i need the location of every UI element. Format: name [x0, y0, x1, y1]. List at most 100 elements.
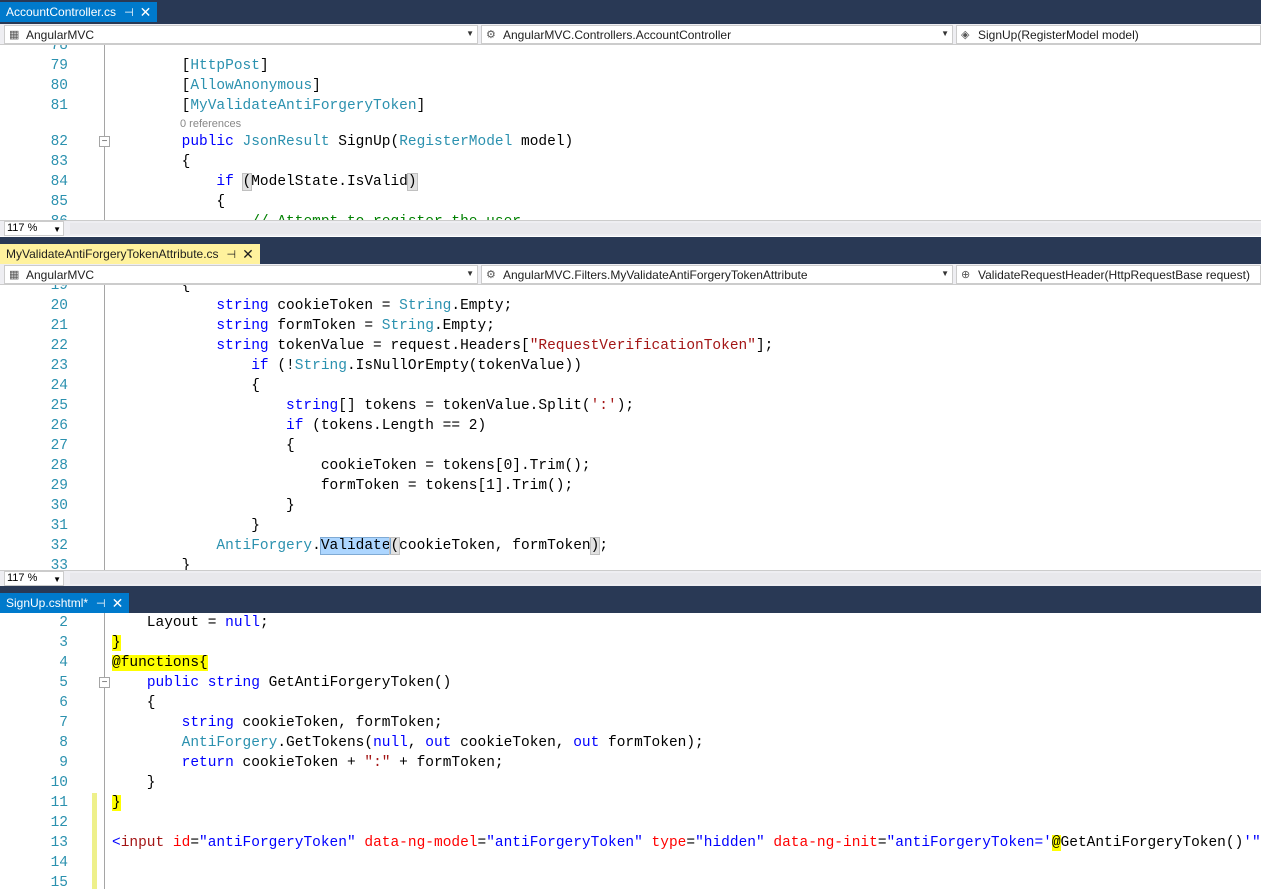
- zoom-combo[interactable]: 117 % ▼: [4, 571, 64, 586]
- line-number: 82: [50, 134, 68, 150]
- code-token: (!: [268, 358, 295, 374]
- line-number: 4: [59, 655, 68, 671]
- code-line: 85 {: [0, 192, 1261, 212]
- class-icon: ⚙: [486, 28, 496, 41]
- code-token: ;: [599, 538, 609, 554]
- code-editor-my-validate-attribute[interactable]: 19 {20 string cookieToken = String.Empty…: [0, 285, 1261, 570]
- code-line: 8 AntiForgery.GetTokens(null, out cookie…: [0, 733, 1261, 753]
- pin-icon[interactable]: ⊣: [227, 248, 237, 261]
- project-icon: ▦: [9, 28, 20, 41]
- line-number: 81: [50, 98, 68, 114]
- code-line: 5 public string GetAntiForgeryToken(): [0, 673, 1261, 693]
- type-combo[interactable]: ⚙ AngularMVC.Filters.MyValidateAntiForger…: [481, 265, 953, 284]
- horizontal-scrollbar[interactable]: [70, 573, 1261, 584]
- code-editor-account-controller[interactable]: 78 79 [HttpPost] 80 [AllowAnonymous] 81 [My…: [0, 45, 1261, 220]
- code-token: "antiForgeryToken": [486, 835, 643, 851]
- code-token: String: [294, 358, 347, 374]
- class-icon: ⚙: [486, 268, 496, 281]
- member-combo[interactable]: ◈ SignUp(RegisterModel model): [956, 25, 1261, 44]
- code-line: 25 string[] tokens = tokenValue.Split(':…: [0, 396, 1261, 416]
- code-text: string[] tokens = tokenValue.Split(':');: [112, 396, 634, 416]
- code-token: {: [112, 194, 226, 210]
- code-editor-signup-cshtml[interactable]: 2 Layout = null; 3} 4 @functions{5 public s…: [0, 613, 1261, 889]
- tab-account-controller[interactable]: AccountController.cs ⊣ ✕: [0, 2, 158, 22]
- code-token: id: [172, 835, 191, 851]
- navigation-bar-1: ▦ AngularMVC ▼ ⚙ AngularMVC.Controllers.Acc…: [0, 24, 1261, 45]
- project-combo[interactable]: ▦ AngularMVC ▼: [4, 25, 478, 44]
- code-token: .Empty;: [433, 318, 495, 334]
- code-token: {: [112, 438, 295, 454]
- code-token: Validate: [319, 537, 392, 555]
- code-token: .GetTokens(: [277, 735, 374, 751]
- code-token: {: [112, 154, 191, 170]
- code-token: cookieToken,: [451, 735, 574, 751]
- code-text: string tokenValue = request.Headers["Req…: [112, 336, 773, 356]
- type-combo[interactable]: ⚙ AngularMVC.Controllers.AccountControlle…: [481, 25, 953, 44]
- close-icon[interactable]: ✕: [112, 595, 124, 612]
- tab-my-validate-attribute[interactable]: MyValidateAntiForgeryTokenAttribute.cs ⊣…: [0, 244, 260, 264]
- code-lens-references[interactable]: 0 references: [180, 118, 241, 130]
- code-token: if: [286, 418, 304, 434]
- close-icon[interactable]: ✕: [242, 246, 254, 263]
- code-line: 78: [0, 45, 1261, 56]
- code-line: 81 [MyValidateAntiForgeryToken]: [0, 96, 1261, 116]
- code-token: AntiForgery: [181, 735, 278, 751]
- code-token: out: [573, 735, 600, 751]
- code-text: formToken = tokens[1].Trim();: [112, 476, 573, 496]
- line-number: 80: [50, 78, 68, 94]
- code-token: .: [312, 538, 321, 554]
- line-number: 85: [50, 194, 68, 210]
- change-marker: [92, 873, 97, 889]
- line-number: 84: [50, 174, 68, 190]
- collapse-icon[interactable]: −: [99, 677, 110, 688]
- code-token: =: [877, 835, 887, 851]
- code-text: public JsonResult SignUp(RegisterModel m…: [112, 132, 574, 152]
- line-number: 29: [50, 478, 68, 494]
- code-text: string cookieToken = String.Empty;: [112, 296, 512, 316]
- code-token: ;: [259, 615, 269, 631]
- code-token: return: [181, 755, 234, 771]
- member-combo[interactable]: ⊕ ValidateRequestHeader(HttpRequestBase r…: [956, 265, 1261, 284]
- code-token: '": [1243, 835, 1261, 851]
- change-marker: [92, 853, 97, 873]
- code-token: JsonResult: [242, 134, 330, 150]
- line-number: 8: [59, 735, 68, 751]
- code-token: formToken = tokens[1].Trim();: [112, 478, 574, 494]
- type-label: AngularMVC.Controllers.AccountController: [503, 27, 732, 42]
- collapse-icon[interactable]: −: [99, 136, 110, 147]
- pin-icon[interactable]: ⊣: [96, 597, 106, 610]
- code-line: 79 [HttpPost]: [0, 56, 1261, 76]
- code-token: + formToken;: [390, 755, 504, 771]
- navigation-bar-2: ▦ AngularMVC ▼ ⚙ AngularMVC.Filters.MyValid…: [0, 264, 1261, 285]
- code-text: public string GetAntiForgeryToken(): [112, 673, 452, 693]
- code-token: =: [477, 835, 487, 851]
- zoom-combo[interactable]: 117 % ▼: [4, 221, 64, 236]
- code-line: 10 }: [0, 773, 1261, 793]
- tab-signup-cshtml[interactable]: SignUp.cshtml* ⊣ ✕: [0, 593, 130, 613]
- change-marker: [92, 813, 97, 833]
- code-token: [] tokens = tokenValue.Split(: [338, 398, 591, 414]
- line-number: 22: [50, 338, 68, 354]
- change-marker: [92, 833, 97, 853]
- pin-icon[interactable]: ⊣: [124, 6, 134, 19]
- code-token: input: [120, 835, 165, 851]
- zoom-value: 117 %: [7, 572, 38, 584]
- code-token: String: [399, 298, 452, 314]
- project-combo[interactable]: ▦ AngularMVC ▼: [4, 265, 478, 284]
- horizontal-scrollbar[interactable]: [70, 223, 1261, 234]
- code-line: 19 {: [0, 285, 1261, 296]
- close-icon[interactable]: ✕: [140, 4, 152, 21]
- code-token: string: [207, 675, 260, 691]
- code-token: string: [181, 715, 234, 731]
- code-token: public: [181, 134, 234, 150]
- code-token: {: [112, 285, 191, 294]
- code-line: 21 string formToken = String.Empty;: [0, 316, 1261, 336]
- line-number: 30: [50, 498, 68, 514]
